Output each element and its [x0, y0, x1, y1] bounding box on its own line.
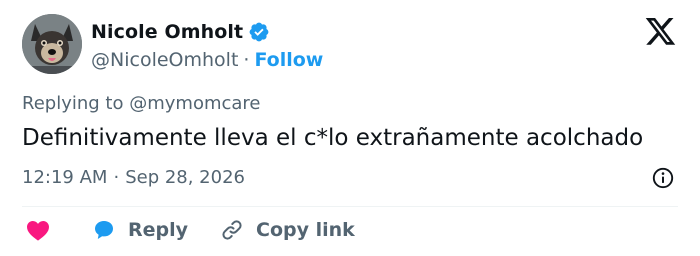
dog-avatar-image — [22, 14, 82, 74]
author-display-name[interactable]: Nicole Omholt — [91, 21, 243, 43]
tweet-timestamp[interactable]: 12:19 AM · Sep 28, 2026 — [22, 167, 245, 188]
replying-to-line: Replying to @mymomcare — [22, 93, 261, 114]
handle-separator: · — [243, 49, 250, 71]
info-icon[interactable] — [651, 166, 675, 190]
avatar[interactable] — [22, 14, 82, 74]
tweet-card: Nicole Omholt @NicoleOmholt · Follow Rep… — [0, 0, 700, 256]
follow-button[interactable]: Follow — [254, 49, 323, 71]
reply-button[interactable]: Reply — [92, 218, 188, 242]
reply-bubble-icon — [95, 221, 113, 239]
timestamp-separator: · — [113, 167, 120, 188]
tweet-date: Sep 28, 2026 — [125, 167, 245, 188]
author-handle-row: @NicoleOmholt · Follow — [91, 48, 323, 72]
action-bar: Reply Copy link — [22, 215, 355, 245]
author-handle[interactable]: @NicoleOmholt — [91, 49, 238, 71]
replying-to-mention[interactable]: @mymomcare — [129, 93, 260, 114]
author-name-row: Nicole Omholt — [91, 20, 270, 44]
copy-link-button[interactable]: Copy link — [220, 218, 355, 242]
reply-label: Reply — [128, 219, 189, 241]
copy-link-label: Copy link — [256, 219, 355, 241]
verified-badge-icon — [249, 22, 269, 42]
tweet-text: Definitivamente lleva el c*lo extrañamen… — [22, 125, 644, 151]
like-button[interactable] — [26, 219, 50, 241]
replying-to-prefix: Replying to — [22, 93, 124, 114]
tweet-time: 12:19 AM — [22, 167, 108, 188]
link-icon — [222, 220, 242, 240]
x-logo-icon[interactable] — [645, 18, 677, 46]
heart-icon — [27, 221, 49, 241]
divider — [22, 206, 678, 207]
